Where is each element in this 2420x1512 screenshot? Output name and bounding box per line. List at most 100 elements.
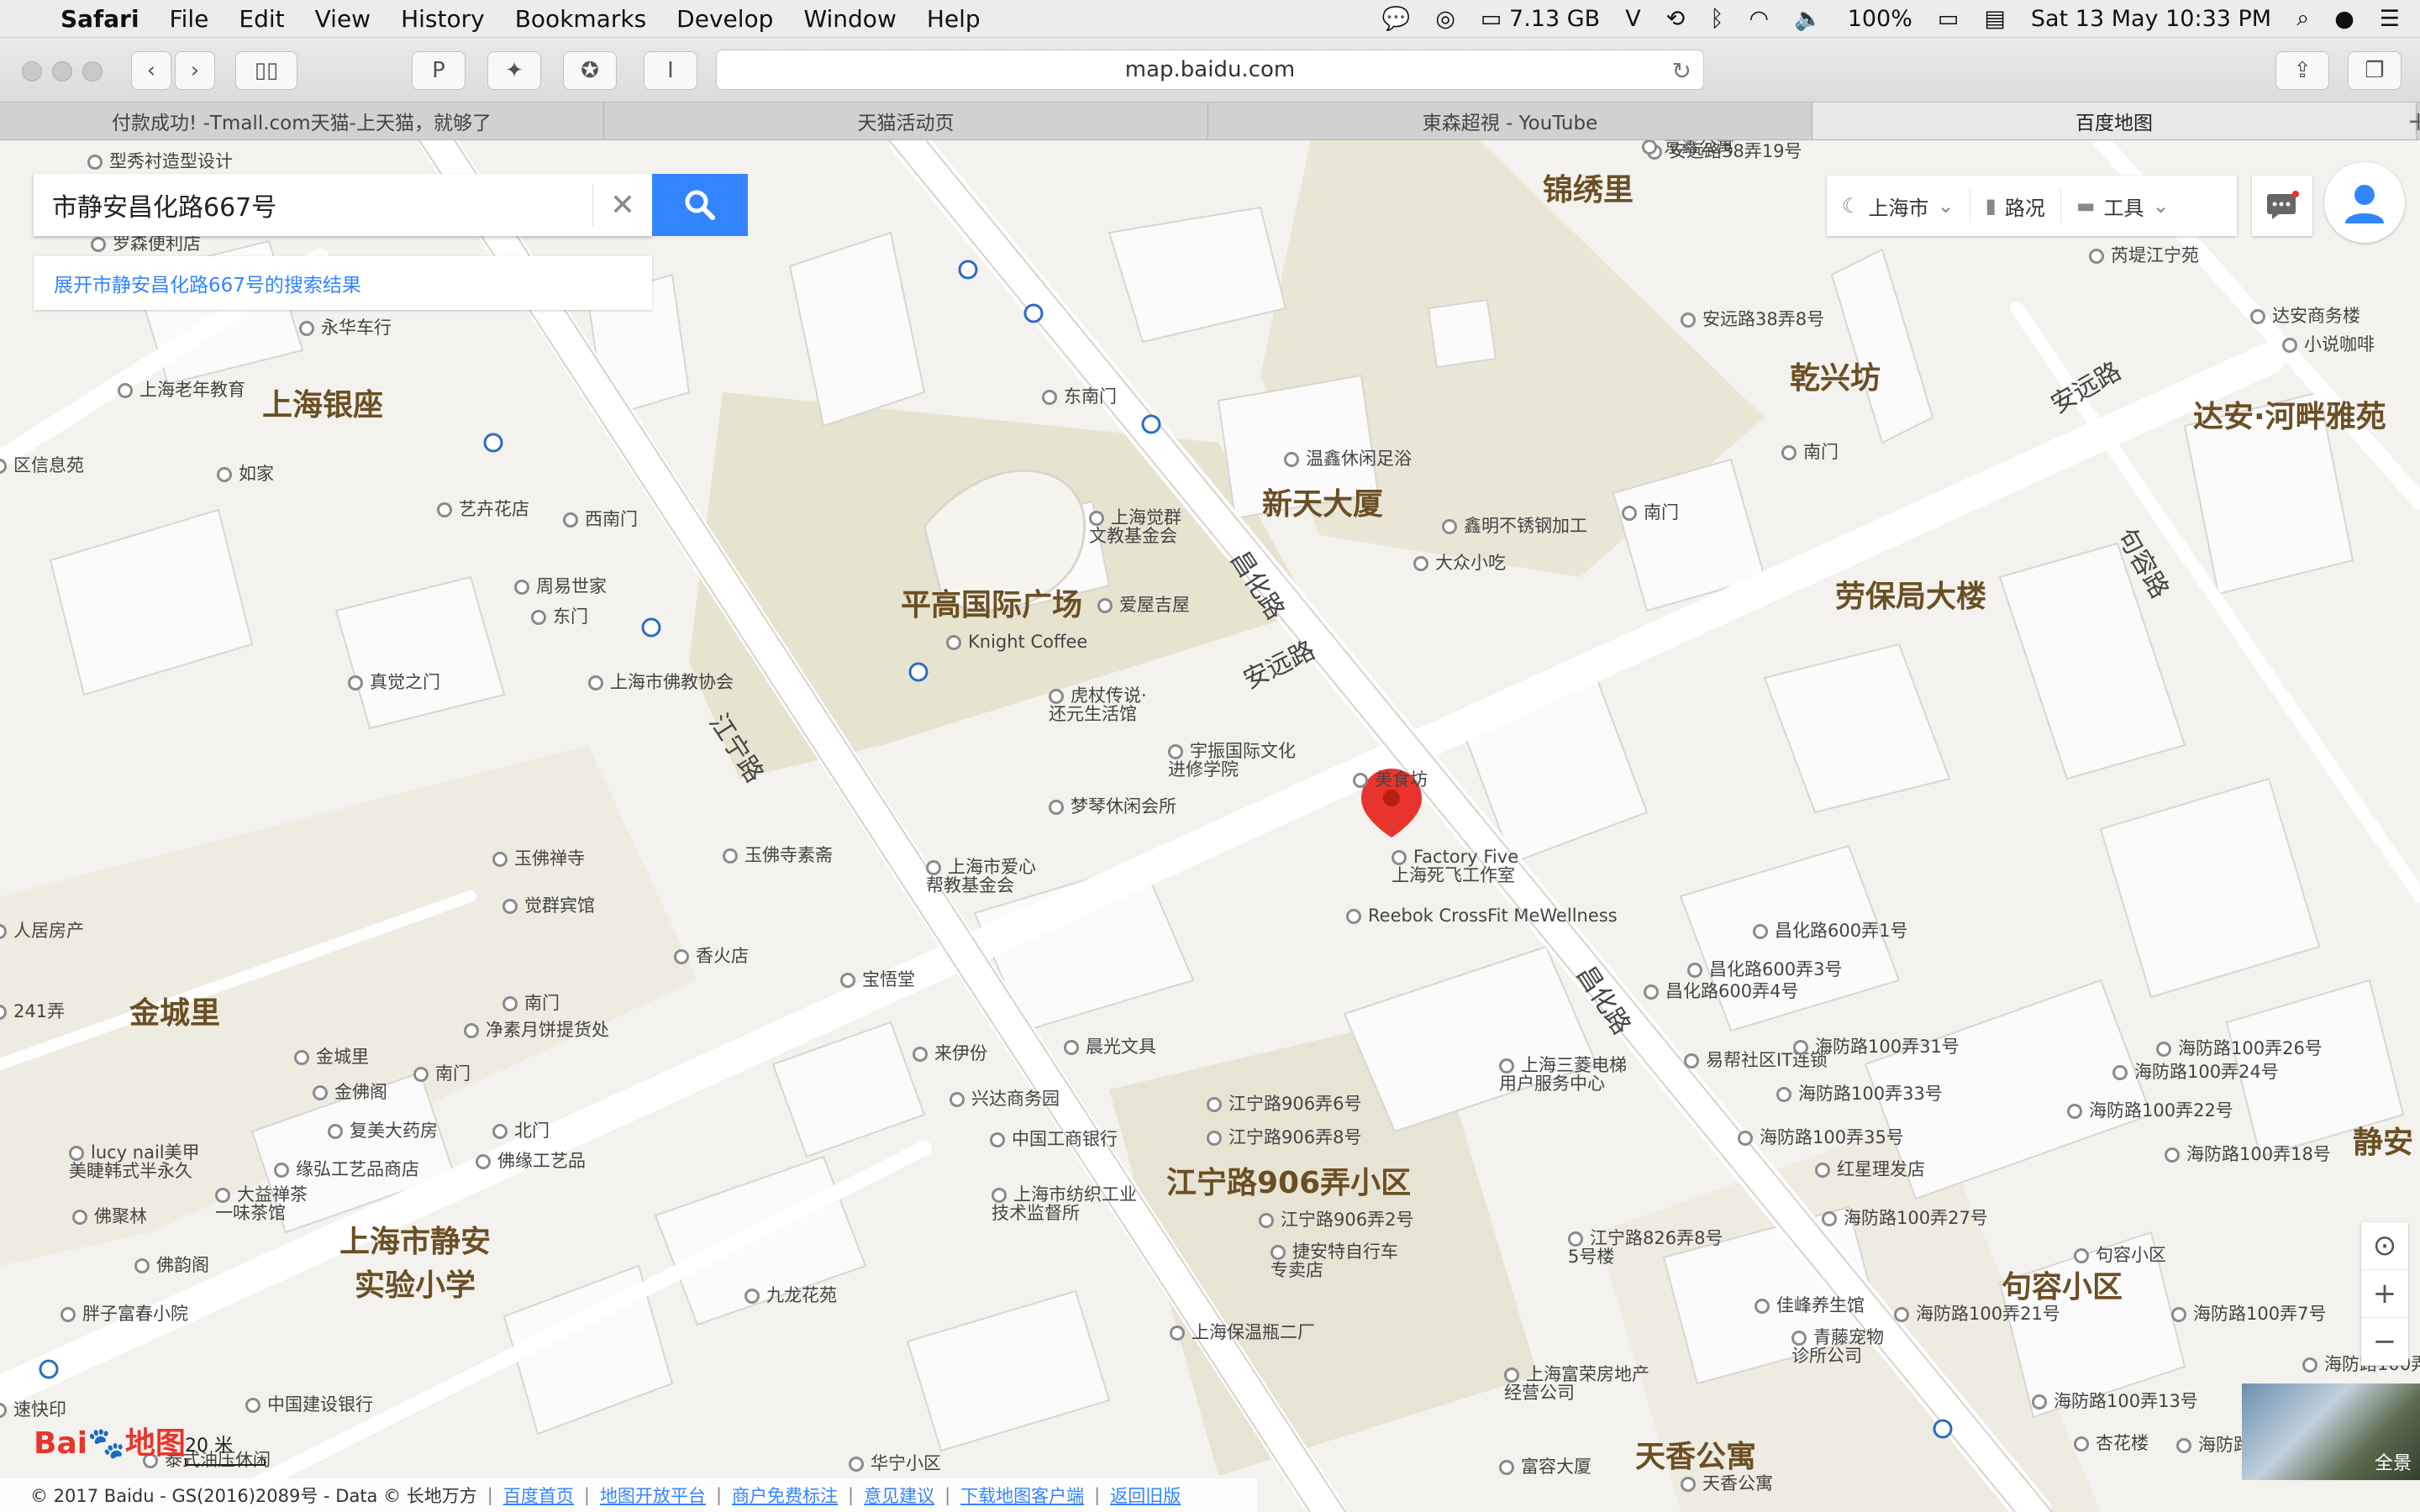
poi-label[interactable]: 来伊份 (913, 1044, 987, 1063)
poi-label[interactable]: 昌化路600弄3号 (1687, 960, 1842, 979)
poi-label[interactable]: 海防路100弄31号 (1793, 1037, 1960, 1056)
poi-label[interactable]: 香火店 (674, 947, 749, 965)
share-button[interactable]: ⇪ (2275, 51, 2329, 90)
instapaper-extension-button[interactable]: I (644, 51, 697, 90)
clear-search-button[interactable]: ✕ (592, 184, 652, 226)
panorama-thumbnail[interactable]: 全景 (2242, 1383, 2420, 1480)
poi-label[interactable]: 241弄 (0, 1002, 65, 1021)
extension-button-1[interactable]: ✦ (487, 51, 541, 90)
poi-label[interactable]: 小说咖啡 (2282, 335, 2375, 354)
search-button[interactable] (652, 174, 748, 236)
poi-label[interactable]: 大益禅茶 一味茶馆 (215, 1185, 308, 1222)
poi-label[interactable]: 句容小区 (2074, 1246, 2166, 1264)
poi-label[interactable]: 上海老年教育 (118, 381, 245, 399)
minimize-window-button[interactable] (52, 61, 72, 81)
message-button[interactable] (2252, 176, 2312, 236)
poi-label[interactable]: 西南门 (563, 510, 638, 528)
poi-label[interactable]: 美食坊 (1353, 770, 1428, 789)
poi-label[interactable]: 佛缘工艺品 (476, 1152, 586, 1170)
poi-label[interactable]: 海防路100弄33号 (1776, 1084, 1943, 1103)
poi-label[interactable]: 中国工商银行 (990, 1130, 1118, 1148)
zoom-out-button[interactable]: − (2361, 1318, 2408, 1366)
expand-results-link[interactable]: 展开市静安昌化路667号的搜索结果 (34, 256, 652, 310)
menu-develop[interactable]: Develop (676, 5, 773, 33)
footer-link[interactable]: 地图开放平台 (600, 1483, 706, 1508)
poi-label[interactable]: 金佛阁 (313, 1083, 387, 1101)
poi-label[interactable]: 江宁路826弄8号 5号楼 (1568, 1229, 1723, 1266)
poi-label[interactable]: 金城里 (294, 1047, 369, 1066)
poi-label[interactable]: 佛聚林 (72, 1207, 147, 1226)
tab-baidu-map[interactable]: 百度地图 (1812, 102, 2417, 139)
traffic-toggle[interactable]: ▮ 路况 (1970, 189, 2061, 223)
poi-label[interactable]: 江宁路906弄6号 (1207, 1095, 1361, 1113)
poi-label[interactable]: 海防路100弄13号 (2032, 1392, 2198, 1410)
poi-label[interactable]: 人居房产 (0, 921, 84, 940)
footer-link[interactable]: 返回旧版 (1110, 1483, 1181, 1508)
poi-label[interactable]: 上海市佛教协会 (588, 673, 734, 691)
poi-label[interactable]: 海防路100弄7号 (2171, 1305, 2326, 1323)
poi-label[interactable]: 佛韵阁 (134, 1256, 209, 1274)
city-selector[interactable]: ☾ 上海市 ⌄ (1827, 189, 1970, 223)
sidebar-button[interactable]: ▯▯ (235, 51, 297, 90)
menu-view[interactable]: View (315, 5, 371, 33)
search-input[interactable] (50, 189, 592, 221)
menu-window[interactable]: Window (803, 5, 896, 33)
poi-label[interactable]: 海防路100弄18号 (2165, 1145, 2331, 1163)
wifi-icon[interactable]: ◠ (1749, 6, 1770, 32)
tab-tmall-payment[interactable]: 付款成功! -Tmall.com天猫-上天猫，就够了 (0, 102, 604, 139)
footer-link[interactable]: 下载地图客户端 (960, 1483, 1084, 1508)
footer-link[interactable]: 百度首页 (503, 1483, 574, 1508)
tab-tmall-activity[interactable]: 天猫活动页 (604, 102, 1208, 139)
poi-label[interactable]: 东南门 (1042, 387, 1117, 406)
close-window-button[interactable] (22, 61, 42, 81)
poi-label[interactable]: 爱屋吉屋 (1097, 596, 1190, 614)
new-tab-button[interactable]: + (2407, 102, 2420, 139)
poi-label[interactable]: 宇振国际文化 进修学院 (1168, 742, 1296, 779)
area-label[interactable]: 乾兴坊 (1790, 354, 1881, 397)
poi-label[interactable]: 周易世家 (514, 577, 607, 596)
poi-label[interactable]: 如家 (217, 465, 274, 483)
poi-label[interactable]: lucy nail美甲 美睫韩式半永久 (69, 1143, 200, 1180)
poi-label[interactable]: 捷安特自行车 专卖店 (1270, 1242, 1398, 1279)
vpn-icon[interactable]: V (1625, 6, 1640, 32)
poi-label[interactable]: 红星理发店 (1815, 1160, 1925, 1179)
area-label[interactable]: 新天大厦 (1262, 480, 1383, 523)
poi-label[interactable]: 上海市爱心 帮教基金会 (926, 858, 1036, 895)
poi-label[interactable]: 玉佛禅寺 (492, 849, 585, 868)
tools-menu[interactable]: ▬ 工具 ⌄ (2061, 189, 2185, 223)
baidu-map-logo[interactable]: Bai🐾地图 (34, 1419, 186, 1462)
poi-label[interactable]: 安远路38弄8号 (1681, 310, 1824, 328)
poi-label[interactable]: 宝悟堂 (840, 970, 915, 989)
poi-label[interactable]: 海防路100弄27号 (1822, 1209, 1988, 1227)
poi-label[interactable]: 海防路100弄21号 (1894, 1305, 2060, 1323)
poi-label[interactable]: 艺卉花店 (437, 500, 529, 518)
poi-label[interactable]: 南门 (1622, 503, 1679, 522)
menu-file[interactable]: File (170, 5, 209, 33)
app-name[interactable]: Safari (60, 5, 139, 33)
footer-link[interactable]: 意见建议 (864, 1483, 934, 1508)
spotlight-icon[interactable]: ⌕ (2296, 5, 2309, 32)
poi-label[interactable]: Reebok CrossFit MeWellness (1346, 906, 1618, 925)
poi-label[interactable]: 永华车行 (299, 318, 392, 337)
poi-label[interactable]: 东门 (531, 607, 588, 626)
poi-label[interactable]: 罗森便利店 (91, 234, 201, 253)
tab-youtube[interactable]: 東森超視 - YouTube (1208, 102, 1812, 139)
poi-label[interactable]: 觉群宾馆 (502, 896, 595, 915)
poi-label[interactable]: 杏花楼 (2074, 1434, 2149, 1452)
poi-label[interactable]: 佳峰养生馆 (1754, 1296, 1865, 1315)
poi-label[interactable]: 富容大厦 (1499, 1457, 1591, 1476)
map-canvas[interactable]: 上海银座 平高国际广场 新天大厦 锦绣里 乾兴坊 达安·河畔雅苑 劳保局大楼 金… (0, 140, 2420, 1512)
poi-label[interactable]: 华宁小区 (849, 1454, 941, 1473)
address-bar[interactable]: map.baidu.com ↻ (716, 50, 1704, 90)
locate-button[interactable]: ⊙ (2361, 1222, 2408, 1270)
poi-label[interactable]: 虎杖传说· 还元生活馆 (1049, 686, 1147, 723)
poi-label[interactable]: 北门 (492, 1121, 550, 1140)
poi-label[interactable]: 速快印 (0, 1400, 66, 1419)
poi-label[interactable]: 南门 (1781, 443, 1839, 461)
poi-label[interactable]: 昌化路600弄4号 (1644, 982, 1798, 1000)
poi-label[interactable]: 兴达商务园 (950, 1089, 1060, 1108)
poi-label[interactable]: 区信息苑 (0, 456, 84, 475)
area-label[interactable]: 上海银座 (262, 381, 383, 424)
poi-label[interactable]: 江宁路906弄8号 (1207, 1128, 1361, 1147)
poi-label[interactable]: 玉佛寺素斋 (723, 846, 833, 864)
